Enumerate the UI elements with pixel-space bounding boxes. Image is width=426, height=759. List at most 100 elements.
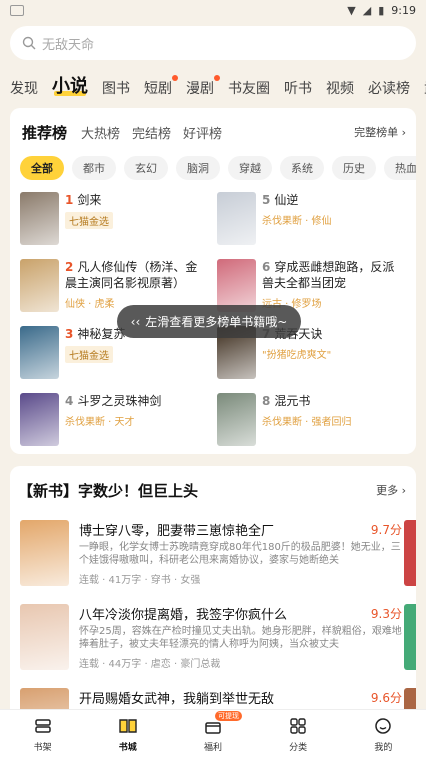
book-cover [217,192,256,245]
book-meta: 连载 · 44万字 · 虐恋 · 豪门总裁 [79,659,221,670]
channel-tab[interactable]: 书友圈 [228,78,270,104]
book-title: 4 斗罗之灵珠神剑 [65,393,161,409]
nav-profile[interactable]: 我的 [353,717,413,753]
nav-bookstore[interactable]: 书城 [98,717,158,753]
channel-tab-label: 视频 [326,81,354,97]
new-dot-badge [214,75,220,81]
ranking-item[interactable]: 1 剑来七猫金选 [20,192,209,245]
channel-tab-label: 图书 [102,81,130,97]
next-book-cover[interactable] [404,520,416,586]
genre-chip[interactable]: 全部 [20,156,64,180]
channel-tab[interactable]: 视频 [326,78,354,104]
channel-tab-label: 小说 [52,76,88,97]
book-cover [20,520,69,586]
book-description: 一睁眼，化学女博士苏晚晴竟穿成80年代180斤的极品肥婆！她无业，三个娃饿得嗷嗷… [79,542,401,566]
full-ranking-link[interactable]: 完整榜单 › [354,124,406,140]
nav-label: 分类 [289,742,308,753]
book-tags: 杀伐果断 · 修仙 [262,216,332,227]
channel-tab[interactable]: 发现 [10,78,38,104]
channel-tab[interactable]: 听书 [284,78,312,104]
book-score: 9.7分 [370,523,402,537]
channel-tab[interactable]: 图书 [102,78,130,104]
ranking-tab-hot[interactable]: 大热榜 [81,123,120,142]
bookshelf-icon [34,717,52,740]
channel-tab-label: 短剧 [144,81,172,97]
channel-tab-label: 必读榜 [368,81,410,97]
ranking-tab-finished[interactable]: 完结榜 [132,123,171,142]
book-title: 2 凡人修仙传（杨洋、金晨主演同名影视原著） [65,259,209,291]
book-tags: 杀伐果断 · 强者回归 [262,417,352,428]
book-title-text: 混元书 [274,394,311,408]
bottom-navigation: 书架 书城 福利 可提现分类 我的 [0,709,426,759]
book-cover [20,192,59,245]
ranking-item[interactable]: 8 混元书杀伐果断 · 强者回归 [217,393,406,446]
nav-label: 我的 [374,742,393,753]
new-book-item[interactable]: 博士穿八零，肥妻带三崽惊艳全厂 9.7分一睁眼，化学女博士苏晚晴竟穿成80年代18… [10,510,416,594]
status-bar: ▼ ◢ ▮ 9:19 [0,0,426,20]
genre-chip[interactable]: 都市 [72,156,116,180]
genre-chip[interactable]: 历史 [332,156,376,180]
status-time: 9:19 [391,3,416,17]
rank-number: 5 [262,193,271,207]
nav-label: 书城 [118,742,137,753]
swipe-tip-text: 左滑查看更多榜单书籍哦~ [145,315,288,329]
next-book-cover[interactable] [404,604,416,670]
channel-tab[interactable]: 漫剧 [186,75,220,104]
battery-icon: ▮ [378,3,385,17]
new-book-more-link[interactable]: 更多 › [376,482,406,498]
rank-number: 3 [65,327,74,341]
genre-chip[interactable]: 脑洞 [176,156,220,180]
ranking-item[interactable]: 5 仙逆杀伐果断 · 修仙 [217,192,406,245]
book-title-text: 剑来 [77,193,102,207]
book-score: 9.3分 [370,607,402,621]
channel-tab[interactable]: 短剧 [144,75,178,104]
genre-chip[interactable]: 玄幻 [124,156,168,180]
book-meta: 连载 · 41万字 · 穿书 · 女强 [79,575,201,586]
channel-tab[interactable]: 小说 [52,72,88,104]
new-book-item[interactable]: 八年冷淡你提离婚，我签字你疯什么 9.3分怀孕25周，容姝在产检时撞见丈夫出轨。她… [10,594,416,678]
genre-chip[interactable]: 热血 [384,156,416,180]
book-title: 8 混元书 [262,393,352,409]
ranking-title: 推荐榜 [22,123,68,142]
book-cover [217,393,256,446]
nav-label: 福利 [203,742,222,753]
book-title: 八年冷淡你提离婚，我签字你疯什么 [79,608,288,623]
search-icon [22,36,36,50]
book-cover [20,259,59,312]
nav-bookshelf[interactable]: 书架 [13,717,73,753]
book-title: 博士穿八零，肥妻带三崽惊艳全厂 [79,524,275,539]
channel-tab-label: 漫剧 [186,81,214,97]
wifi-icon: ▼ [347,3,356,17]
book-description: 怀孕25周，容姝在产检时撞见丈夫出轨。她身形肥胖，样貌粗俗，艰难地捧着肚子，被丈… [79,626,402,650]
book-title-text: 仙逆 [274,193,299,207]
book-cover [20,326,59,379]
new-book-title: 【新书】字数少！但巨上头 [18,481,199,500]
genre-chip[interactable]: 系统 [280,156,324,180]
book-title: 5 仙逆 [262,192,332,208]
search-bar[interactable]: 无敌天命 [10,26,416,60]
nav-gift[interactable]: 福利 可提现 [183,710,243,753]
book-cover [20,393,59,446]
book-tags: 杀伐果断 · 天才 [65,417,135,428]
book-title: 3 神秘复苏 [65,326,125,342]
new-dot-badge [172,75,178,81]
ranking-item[interactable]: 4 斗罗之灵珠神剑杀伐果断 · 天才 [20,393,209,446]
book-title: 6 穿成恶雌想跑路，反派兽夫全都当团宠 [262,259,406,291]
book-title: 1 剑来 [65,192,113,208]
signal-icon: ◢ [362,3,372,17]
book-score: 9.6分 [370,691,402,705]
nav-category[interactable]: 分类 [268,717,328,753]
nav-label: 书架 [33,742,52,753]
book-title: 开局赐婚女武神，我躺到举世无敌 [79,692,275,707]
ranking-tab-rated[interactable]: 好评榜 [183,123,222,142]
channel-tab-label: 书友圈 [228,81,270,97]
nav-badge: 可提现 [214,710,242,721]
channel-tab[interactable]: 必读榜 [368,78,410,104]
rank-number: 8 [262,394,271,408]
genre-chip[interactable]: 穿越 [228,156,272,180]
book-cover [20,604,69,670]
bookstore-icon [118,717,138,740]
notification-icon [10,4,24,16]
book-badge: 七猫金选 [65,212,113,229]
search-placeholder: 无敌天命 [42,37,95,53]
